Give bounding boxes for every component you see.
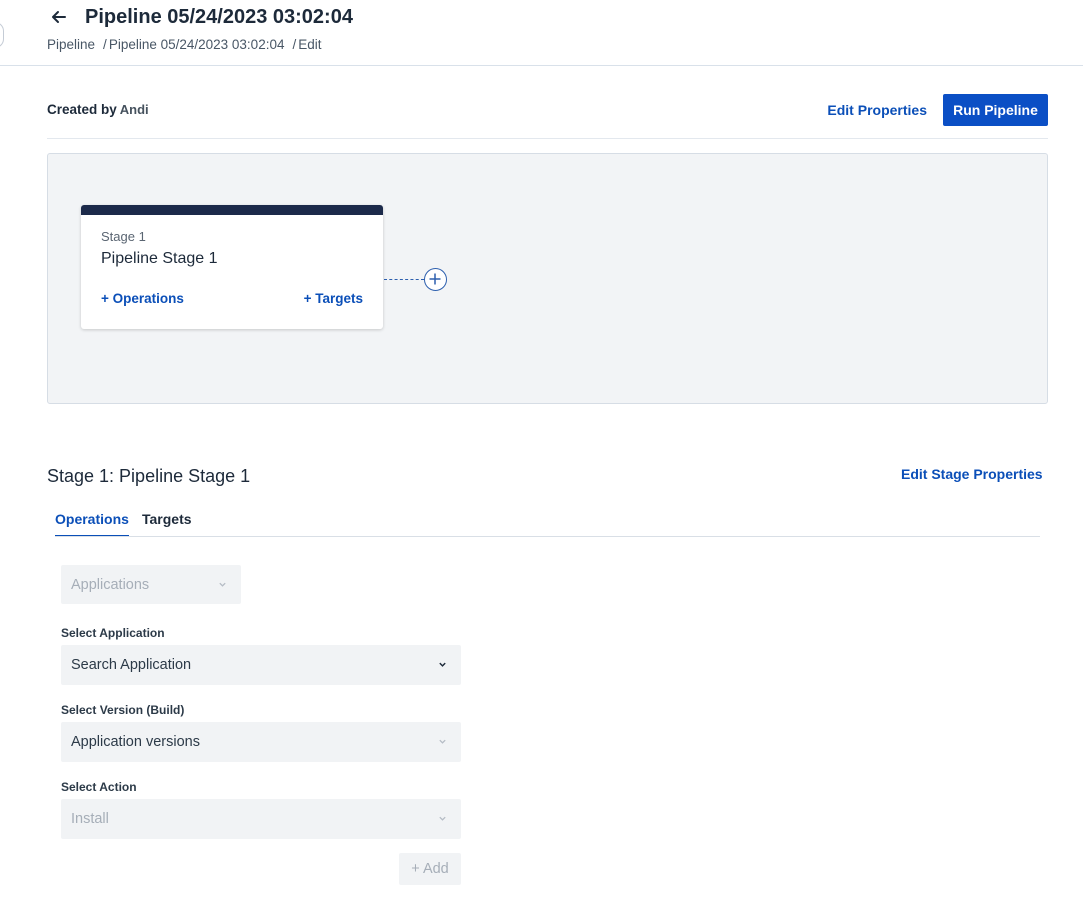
back-arrow-icon[interactable] (50, 8, 68, 26)
add-operations-link[interactable]: + Operations (101, 291, 184, 306)
stage-name: Pipeline Stage 1 (101, 250, 218, 267)
operation-type-select[interactable]: Applications (61, 565, 241, 604)
breadcrumb-item[interactable]: Pipeline 05/24/2023 03:02:04 (109, 37, 285, 52)
breadcrumb: Pipeline / Pipeline 05/24/2023 03:02:04/Ed… (47, 37, 322, 52)
stage-card-header-bar (81, 205, 383, 215)
select-version-dropdown[interactable]: Application versions (61, 722, 461, 762)
stage-card[interactable]: Stage 1 Pipeline Stage 1 + Operations + … (81, 205, 383, 329)
divider (47, 138, 1048, 139)
created-by-label: Created by (47, 102, 117, 117)
select-action-dropdown[interactable]: Install (61, 799, 461, 839)
breadcrumb-root[interactable]: Pipeline (47, 37, 95, 52)
tab-operations[interactable]: Operations (55, 511, 129, 537)
operation-type-value: Applications (71, 576, 150, 593)
collapsed-panel-handle[interactable] (0, 22, 4, 48)
stage-connector-line (384, 279, 424, 280)
select-application-label: Select Application (61, 626, 165, 640)
author-name: Andi (119, 102, 149, 117)
chevron-down-icon (439, 739, 446, 744)
run-pipeline-button[interactable]: Run Pipeline (943, 94, 1048, 126)
page-header: Pipeline 05/24/2023 03:02:04 Pipeline / Pi… (0, 0, 1083, 66)
stage-number: Stage 1 (101, 229, 146, 244)
pipeline-canvas: Stage 1 Pipeline Stage 1 + Operations + … (47, 153, 1048, 404)
breadcrumb-current: Edit (298, 37, 322, 52)
add-targets-link[interactable]: + Targets (304, 291, 363, 306)
edit-stage-properties-link[interactable]: Edit Stage Properties (901, 466, 1043, 482)
select-version-label: Select Version (Build) (61, 703, 185, 717)
created-by-info: Created by Andi (47, 102, 149, 117)
select-action-value: Install (71, 811, 109, 827)
select-application-dropdown[interactable]: Search Application (61, 645, 461, 685)
add-operation-button[interactable]: + Add (399, 853, 461, 885)
tabs-divider (55, 536, 1040, 537)
chevron-down-icon (439, 662, 446, 667)
edit-properties-link[interactable]: Edit Properties (827, 102, 927, 118)
select-application-value: Search Application (71, 657, 192, 673)
chevron-down-icon (439, 816, 446, 821)
chevron-down-icon (219, 582, 226, 587)
breadcrumb-separator: / (292, 37, 297, 52)
add-stage-plus-icon[interactable] (424, 268, 447, 291)
breadcrumb-separator: / (103, 37, 107, 52)
select-action-label: Select Action (61, 780, 137, 794)
stage-section-title: Stage 1: Pipeline Stage 1 (47, 466, 251, 486)
select-version-value: Application versions (71, 734, 200, 750)
page-title: Pipeline 05/24/2023 03:02:04 (85, 6, 353, 28)
tab-targets[interactable]: Targets (142, 511, 192, 537)
